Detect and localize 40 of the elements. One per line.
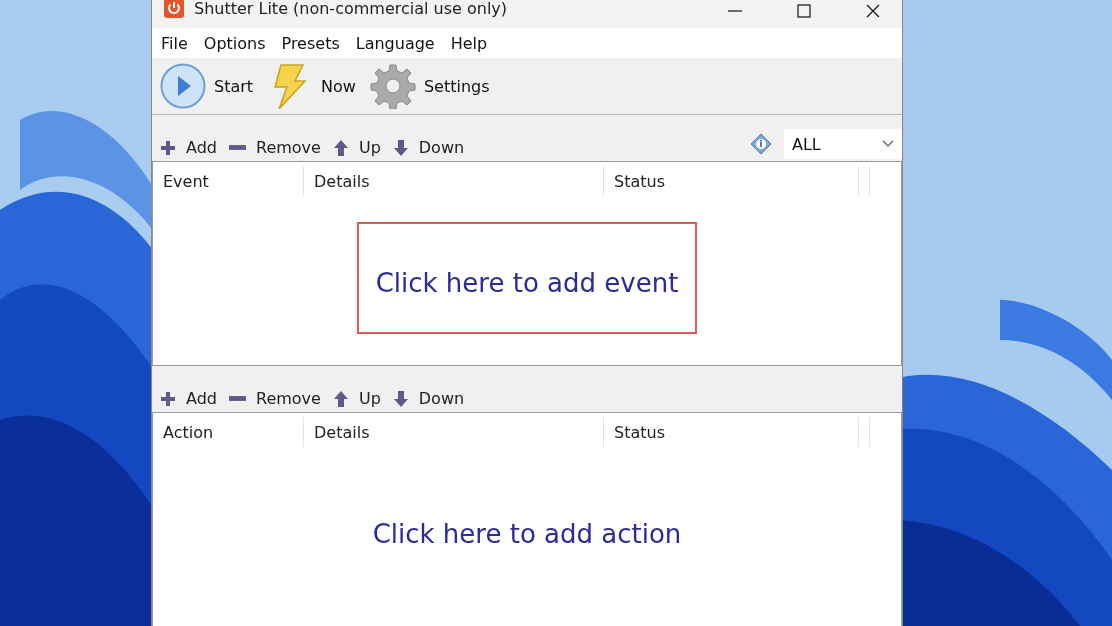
up-arrow-icon [332, 139, 349, 156]
column-header[interactable]: Event [153, 166, 304, 196]
list-tool-button[interactable]: Up [332, 389, 381, 408]
column-header[interactable]: Status [604, 166, 859, 196]
close-icon[interactable] [866, 4, 880, 18]
column-header[interactable]: Details [304, 166, 604, 196]
menu-item[interactable]: Help [450, 33, 488, 53]
maximize-icon[interactable] [797, 4, 811, 18]
menu-item[interactable]: Language [355, 33, 435, 53]
up-arrow-icon [332, 390, 349, 407]
window-title: Shutter Lite (non-commercial use only) [194, 0, 508, 18]
menu-item[interactable]: Presets [281, 33, 340, 53]
plus-icon [160, 390, 176, 407]
info-icon [750, 133, 772, 155]
list-tool-button[interactable]: Down [392, 138, 465, 157]
list-tool-button[interactable]: Remove [229, 138, 321, 157]
list-tool-button[interactable]: Down [392, 389, 465, 408]
minus-icon [229, 396, 246, 401]
list-tool-button[interactable]: Remove [229, 389, 321, 408]
gear-icon [369, 63, 416, 109]
add-prompt-link[interactable]: Click here to add event [375, 268, 679, 298]
toolbar-button[interactable]: Settings [369, 63, 490, 109]
chevron-down-icon [882, 140, 894, 148]
menu-item[interactable]: File [161, 33, 188, 53]
plus-icon [160, 139, 176, 156]
column-header[interactable]: Details [304, 417, 604, 447]
list-tool-button[interactable]: Up [332, 138, 381, 157]
play-icon [160, 63, 206, 109]
toolbar-button[interactable]: Now [267, 63, 356, 109]
add-prompt-link[interactable]: Click here to add action [372, 519, 682, 549]
menu-item[interactable]: Options [203, 33, 266, 53]
toolbar-button[interactable]: Start [160, 63, 254, 109]
down-arrow-icon [392, 139, 409, 156]
filter-dropdown[interactable]: ALL [784, 129, 902, 159]
column-header[interactable]: Status [604, 417, 859, 447]
down-arrow-icon [392, 390, 409, 407]
minus-icon [229, 145, 246, 150]
column-header[interactable]: Action [153, 417, 304, 447]
list-tool-button[interactable]: Add [160, 389, 217, 408]
list-tool-button[interactable]: Add [160, 138, 217, 157]
